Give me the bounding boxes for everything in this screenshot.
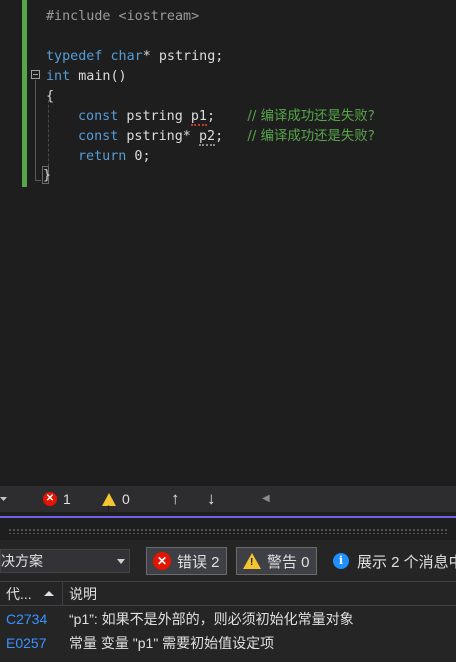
code-line-p1: const pstring p1; // 编译成功还是失败? <box>78 107 375 127</box>
collapse-icon[interactable] <box>31 70 40 79</box>
editor-status-bar: ✕ 1 ! 0 ↑ ↓ ◀ <box>0 486 456 514</box>
error-count-value: 1 <box>63 491 71 507</box>
warnings-filter-label: 警告 0 <box>267 553 310 571</box>
warning-count[interactable]: ! 0 <box>102 486 130 514</box>
chevron-down-icon <box>117 559 125 564</box>
warnings-filter-button[interactable]: ! 警告 0 <box>236 547 317 575</box>
warning-count-value: 0 <box>122 491 130 507</box>
error-description: “p1”: 如果不是外部的，则必须初始化常量对象 <box>69 611 354 627</box>
include-text: #include <iostream> <box>46 9 200 24</box>
panel-drag-grip[interactable] <box>8 528 448 534</box>
column-header-code[interactable]: 代... <box>6 582 32 606</box>
error-list-panel: 决方案 ✕ 错误 2 ! 警告 0 i 展示 2 个消息中 代... 说明 C2… <box>0 540 456 662</box>
fold-end <box>35 180 41 181</box>
arrow-down-icon: ↓ <box>207 489 216 508</box>
code-text: ; <box>207 109 216 124</box>
error-code-link[interactable]: E0257 <box>6 631 46 655</box>
code-text: pstring* <box>118 129 199 144</box>
error-description: 常量 变量 "p1" 需要初始值设定项 <box>69 635 275 651</box>
code-line-return: return 0; <box>78 147 151 167</box>
scroll-left-button[interactable]: ◀ <box>262 486 270 512</box>
code-line-typedef: typedef char* pstring; <box>46 47 223 67</box>
code-line-p2: const pstring* p2; // 编译成功还是失败? <box>78 127 375 147</box>
keyword: return <box>78 149 127 164</box>
panel-divider <box>0 516 456 518</box>
error-code-link[interactable]: C2734 <box>6 607 47 631</box>
messages-filter-button[interactable]: i 展示 2 个消息中 <box>333 547 456 575</box>
error-list-header: 代... 说明 <box>0 581 456 606</box>
error-icon: ✕ <box>153 552 171 570</box>
keyword: const <box>78 109 119 124</box>
sort-ascending-icon <box>44 591 54 596</box>
comment: // 编译成功还是失败? <box>247 109 375 124</box>
messages-filter-label: 展示 2 个消息中 <box>357 553 456 571</box>
arrow-left-icon: ◀ <box>262 493 270 504</box>
keyword: int <box>46 69 71 84</box>
error-icon: ✕ <box>43 492 57 506</box>
code-line-include: #include <iostream> <box>46 7 199 27</box>
column-header-description[interactable]: 说明 <box>69 582 97 606</box>
type-keyword: char <box>110 49 143 64</box>
arrow-up-icon: ↑ <box>171 489 180 508</box>
chevron-down-icon <box>0 497 7 501</box>
code-text: ; <box>215 129 224 144</box>
code-line-open-brace: { <box>46 87 54 107</box>
code-text: pstring <box>118 109 191 124</box>
code-text: * pstring; <box>142 49 224 64</box>
comment: // 编译成功还是失败? <box>247 129 375 144</box>
keyword: const <box>78 129 119 144</box>
change-indicator-bar <box>22 0 27 187</box>
errors-filter-label: 错误 2 <box>177 553 220 571</box>
code-editor[interactable]: #include <iostream> typedef char* pstrin… <box>0 0 456 486</box>
scope-dropdown-value: 决方案 <box>1 553 43 569</box>
column-separator[interactable] <box>62 582 63 606</box>
warning-icon: ! <box>102 492 116 514</box>
brace: { <box>46 89 55 104</box>
error-squiggle-p1[interactable]: p1 <box>190 109 207 126</box>
table-row[interactable]: C2734 “p1”: 如果不是外部的，则必须初始化常量对象 <box>0 607 456 631</box>
next-issue-button[interactable]: ↓ <box>207 486 216 512</box>
fold-line <box>35 80 36 180</box>
scope-dropdown[interactable]: 决方案 <box>0 549 130 573</box>
table-row[interactable]: E0257 常量 变量 "p1" 需要初始值设定项 <box>0 631 456 655</box>
code-text: main() <box>70 69 127 84</box>
previous-issue-button[interactable]: ↑ <box>171 486 180 512</box>
errors-filter-button[interactable]: ✕ 错误 2 <box>146 547 227 575</box>
brace: } <box>43 168 52 183</box>
code-text: 0; <box>126 149 151 164</box>
warning-icon: ! <box>243 553 261 569</box>
hint-squiggle-p2[interactable]: p2 <box>198 129 216 146</box>
code-line-close-brace: } <box>43 166 51 186</box>
error-count[interactable]: ✕ 1 <box>43 486 71 512</box>
zoom-dropdown-arrow[interactable] <box>0 486 8 512</box>
code-line-main: int main() <box>46 67 127 87</box>
info-icon: i <box>333 553 349 569</box>
indent-guide <box>48 100 49 176</box>
keyword: typedef <box>46 49 103 64</box>
